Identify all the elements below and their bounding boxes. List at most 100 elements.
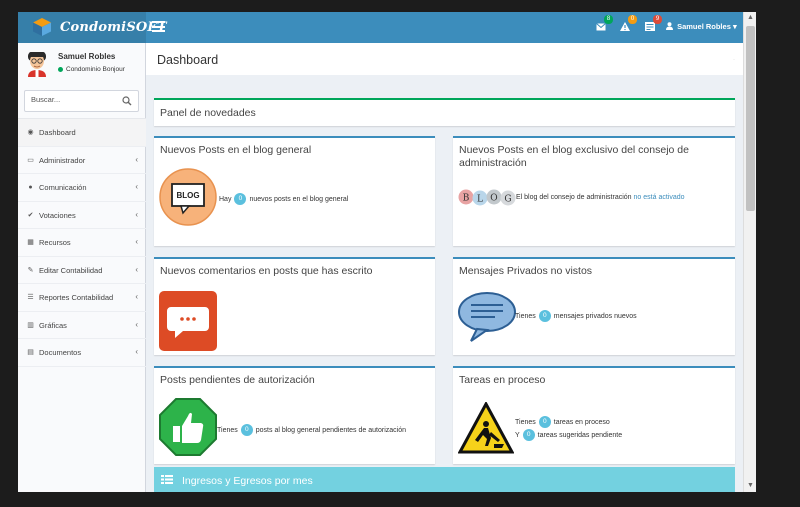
laptop-icon: ▭ — [27, 156, 34, 164]
box-title: Mensajes Privados no vistos — [459, 265, 593, 277]
calendar-icon: ▦ — [27, 239, 34, 246]
chat-bubble-icon — [458, 292, 516, 342]
count-badge: 0 — [538, 310, 551, 322]
main-content: Dashboard · Panel de novedades Nuevos Po… — [146, 43, 743, 492]
sidebar-user-name: Samuel Robles — [58, 52, 116, 61]
svg-text:L: L — [477, 195, 483, 205]
sidebar-item-label: Gráficas — [39, 320, 67, 330]
sidebar-item-editar-contabilidad[interactable]: ✎ Editar Contabilidad ‹ — [18, 257, 146, 284]
pendientes-box: Posts pendientes de autorización Tienes 0… — [154, 366, 435, 464]
blog-icon: BLOG — [159, 168, 217, 226]
svg-text:O: O — [490, 194, 497, 204]
scroll-up-icon[interactable]: ▲ — [744, 12, 756, 24]
sidebar-item-label: Administrador — [39, 155, 86, 165]
table-icon — [161, 475, 173, 484]
content-header: Dashboard · — [146, 43, 743, 75]
sidebar-item-recursos[interactable]: ▦ Recursos ‹ — [18, 229, 146, 257]
blog-general-text: Hay 0 nuevos posts en el blog general — [219, 193, 348, 205]
count-badge: 0 — [522, 429, 535, 441]
sidebar-item-votaciones[interactable]: ✔ Votaciones ‹ — [18, 202, 146, 229]
navbar-user-name: Samuel Robles — [677, 22, 731, 31]
panel-title: Ingresos y Egresos por mes — [182, 475, 313, 487]
tareas-en-proceso-text: Tienes 0 tareas en proceso — [515, 416, 610, 428]
chevron-left-icon: ‹ — [135, 292, 138, 301]
dashboard-icon: ◉ — [27, 129, 34, 136]
box-title: Tareas en proceso — [459, 374, 546, 386]
sidebar-item-administrador[interactable]: ▭ Administrador ‹ — [18, 147, 146, 174]
tasks-count-badge: 9 — [653, 15, 662, 24]
construction-icon — [458, 402, 514, 454]
sidebar: Samuel Robles Condominio Bonjour ◉ Dashb… — [18, 43, 146, 492]
cube-logo-icon — [33, 18, 51, 36]
sidebar-item-documentos[interactable]: ▤ Documentos ‹ — [18, 339, 146, 367]
chevron-left-icon: ‹ — [135, 182, 138, 191]
svg-text:G: G — [504, 195, 511, 205]
messages-count-badge: 8 — [604, 15, 613, 24]
sidebar-search — [24, 90, 139, 112]
chevron-left-icon: ‹ — [135, 319, 138, 329]
sidebar-item-dashboard[interactable]: ◉ Dashboard — [18, 119, 146, 147]
comment-icon — [159, 291, 217, 351]
box-title: Posts pendientes de autorización — [160, 374, 315, 386]
chevron-left-icon: ‹ — [135, 264, 138, 274]
box-title: Nuevos Posts en el blog general — [160, 144, 312, 156]
scroll-down-icon[interactable]: ▼ — [744, 480, 756, 492]
panel-title: Panel de novedades — [160, 107, 256, 119]
list-icon: ☰ — [27, 294, 34, 301]
news-panel: Panel de novedades — [154, 98, 735, 126]
mensajes-text: Tienes 0 mensajes privados nuevos — [515, 310, 637, 322]
box-title: Nuevos Posts en el blog exclusivo del co… — [459, 144, 689, 169]
sidebar-item-label: Votaciones — [39, 210, 76, 220]
sidebar-toggle-button[interactable] — [152, 21, 165, 32]
sidebar-menu: ◉ Dashboard ▭ Administrador ‹ ● Comunica… — [18, 118, 146, 367]
comentarios-box: Nuevos comentarios en posts que has escr… — [154, 257, 435, 355]
sidebar-item-label: Dashboard — [39, 128, 76, 137]
ingresos-egresos-panel[interactable]: Ingresos y Egresos por mes — [154, 467, 735, 492]
user-menu-dropdown[interactable]: Samuel Robles ▾ — [666, 22, 737, 31]
folder-icon: ▤ — [27, 349, 34, 356]
tareas-sugeridas-text: Y 0 tareas sugeridas pendiente — [515, 429, 622, 441]
search-input[interactable] — [31, 95, 116, 104]
pendientes-text: Tienes 0 posts al blog general pendientes … — [217, 424, 406, 436]
check-icon: ✔ — [27, 211, 34, 219]
top-navbar: CondomiSOFT 8 0 9 Samuel Robles ▾ — [18, 12, 743, 43]
messages-button[interactable]: 8 — [594, 15, 613, 34]
tasks-icon — [645, 22, 655, 31]
warning-icon — [620, 22, 630, 31]
breadcrumb: · — [733, 57, 735, 63]
notifications-button[interactable]: 0 — [618, 15, 637, 34]
page-scrollbar[interactable]: ▲ ▼ — [743, 12, 756, 492]
chart-icon: ▥ — [27, 321, 34, 329]
scrollbar-thumb[interactable] — [746, 26, 755, 211]
thumbs-up-icon — [159, 398, 217, 456]
count-badge: 0 — [538, 416, 551, 428]
sidebar-item-label: Documentos — [39, 348, 82, 357]
brand-name: CondomiSOFT — [60, 20, 167, 35]
user-status: Condominio Bonjour — [58, 66, 125, 73]
search-icon[interactable] — [122, 96, 132, 106]
edit-icon: ✎ — [27, 266, 34, 274]
sidebar-item-label: Reportes Contabilidad — [39, 293, 114, 302]
blog-status-link[interactable]: no está activado — [634, 194, 685, 201]
sidebar-item-comunicacion[interactable]: ● Comunicación ‹ — [18, 174, 146, 202]
envelope-icon — [596, 23, 606, 31]
user-panel: Samuel Robles Condominio Bonjour — [18, 43, 146, 85]
tasks-button[interactable]: 9 — [643, 15, 662, 34]
sidebar-item-reportes-contabilidad[interactable]: ☰ Reportes Contabilidad ‹ — [18, 284, 146, 312]
condominium-name: Condominio Bonjour — [66, 66, 125, 73]
brand-logo[interactable]: CondomiSOFT — [18, 12, 167, 43]
box-title: Nuevos comentarios en posts que has escr… — [160, 265, 373, 277]
chevron-left-icon: ‹ — [135, 154, 138, 164]
online-status-icon — [58, 66, 63, 72]
page-title: Dashboard — [157, 53, 219, 67]
blog-consejo-box: Nuevos Posts en el blog exclusivo del co… — [453, 136, 735, 246]
blog-consejo-text: El blog del consejo de administración no… — [516, 194, 685, 201]
sidebar-item-label: Editar Contabilidad — [39, 265, 103, 275]
svg-text:BLOG: BLOG — [176, 191, 199, 200]
chevron-left-icon: ‹ — [135, 237, 138, 246]
sidebar-item-graficas[interactable]: ▥ Gráficas ‹ — [18, 312, 146, 339]
tareas-box: Tareas en proceso Tienes 0 tareas en proce… — [453, 366, 735, 464]
sidebar-item-label: Comunicación — [39, 183, 87, 192]
mensajes-box: Mensajes Privados no vistos Tienes 0 mensa… — [453, 257, 735, 355]
comments-icon: ● — [28, 184, 33, 191]
